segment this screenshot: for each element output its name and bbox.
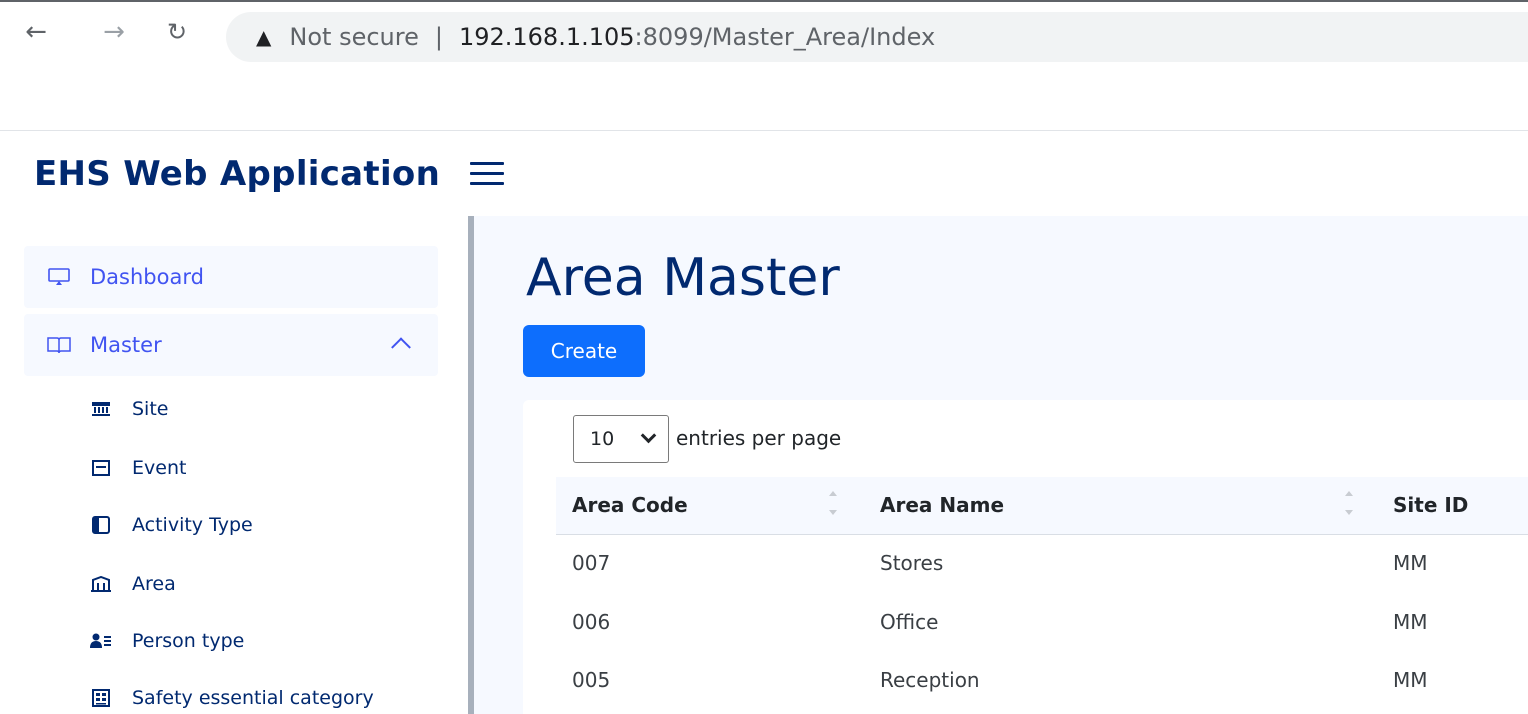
sidebar-subitem-label: Area: [132, 573, 176, 595]
forward-arrow-icon[interactable]: →: [94, 12, 134, 52]
entries-per-page-label: entries per page: [676, 426, 842, 450]
entries-per-page-value: 10: [590, 428, 615, 450]
sidebar-item-master[interactable]: Master: [24, 314, 438, 376]
table-header: [556, 477, 1528, 535]
area-icon: [90, 576, 112, 592]
sidebar-subitem-site[interactable]: Site: [90, 398, 168, 420]
create-button[interactable]: Create: [523, 325, 645, 377]
book-icon: [46, 336, 72, 354]
sidebar-subitem-person-type[interactable]: Person type: [90, 630, 244, 652]
reload-icon[interactable]: ↻: [157, 12, 197, 52]
column-header-area-name[interactable]: Area Name: [880, 493, 1004, 517]
table-card: [523, 400, 1528, 714]
sidebar-item-label: Master: [90, 333, 162, 357]
sort-icon[interactable]: [828, 489, 838, 517]
sidebar-item-dashboard[interactable]: Dashboard: [24, 246, 438, 308]
sidebar-subitem-event[interactable]: Event: [90, 457, 186, 479]
table-cell-site-id: MM: [1393, 610, 1428, 634]
sidebar-subitem-label: Safety essential category: [132, 687, 374, 709]
back-arrow-icon[interactable]: ←: [16, 12, 56, 52]
warning-icon: ▲: [256, 25, 272, 49]
sidebar-subitem-label: Site: [132, 398, 169, 420]
grid-icon: [90, 689, 112, 707]
table-cell-area-code: 007: [572, 551, 611, 575]
table-cell-area-name: Stores: [880, 551, 944, 575]
chevron-up-icon[interactable]: [391, 337, 411, 358]
address-bar[interactable]: ▲ Not secure | 192.168.1.105:8099/Master…: [226, 12, 1528, 62]
url-host: 192.168.1.105: [458, 23, 635, 51]
layout-icon: [90, 516, 112, 534]
card-icon: [90, 460, 112, 476]
url-path: :8099/Master_Area/Index: [634, 23, 936, 51]
table-cell-area-code: 005: [572, 668, 611, 692]
person-list-icon: [90, 633, 112, 649]
table-cell-area-name: Reception: [880, 668, 980, 692]
chevron-down-icon: [640, 427, 657, 444]
sort-icon[interactable]: [1344, 489, 1354, 517]
brand-logo[interactable]: EHS Web Application: [34, 154, 440, 194]
sidebar-item-label: Dashboard: [90, 265, 204, 289]
security-label: Not secure: [289, 23, 419, 51]
table-cell-area-name: Office: [880, 610, 939, 634]
table-cell-site-id: MM: [1393, 551, 1428, 575]
bank-icon: [90, 401, 112, 417]
sidebar-subitem-area[interactable]: Area: [90, 573, 176, 595]
table-cell-site-id: MM: [1393, 668, 1428, 692]
page-title: Area Master: [526, 248, 840, 308]
table-cell-area-code: 006: [572, 610, 611, 634]
entries-per-page-select[interactable]: 10: [573, 415, 669, 463]
column-header-site-id[interactable]: Site ID: [1393, 493, 1468, 517]
address-separator: |: [434, 23, 443, 51]
sidebar-subitem-label: Person type: [132, 630, 245, 652]
sidebar-subitem-activity-type[interactable]: Activity Type: [90, 514, 253, 536]
app-header: EHS Web Application: [0, 130, 1528, 216]
sidebar-subitem-label: Activity Type: [132, 514, 253, 536]
sidebar-subitem-safety-essential-category[interactable]: Safety essential category: [90, 687, 374, 709]
hamburger-menu-icon[interactable]: [470, 154, 510, 194]
column-header-area-code[interactable]: Area Code: [572, 493, 688, 517]
monitor-icon: [46, 268, 72, 286]
sidebar-subitem-label: Event: [132, 457, 187, 479]
